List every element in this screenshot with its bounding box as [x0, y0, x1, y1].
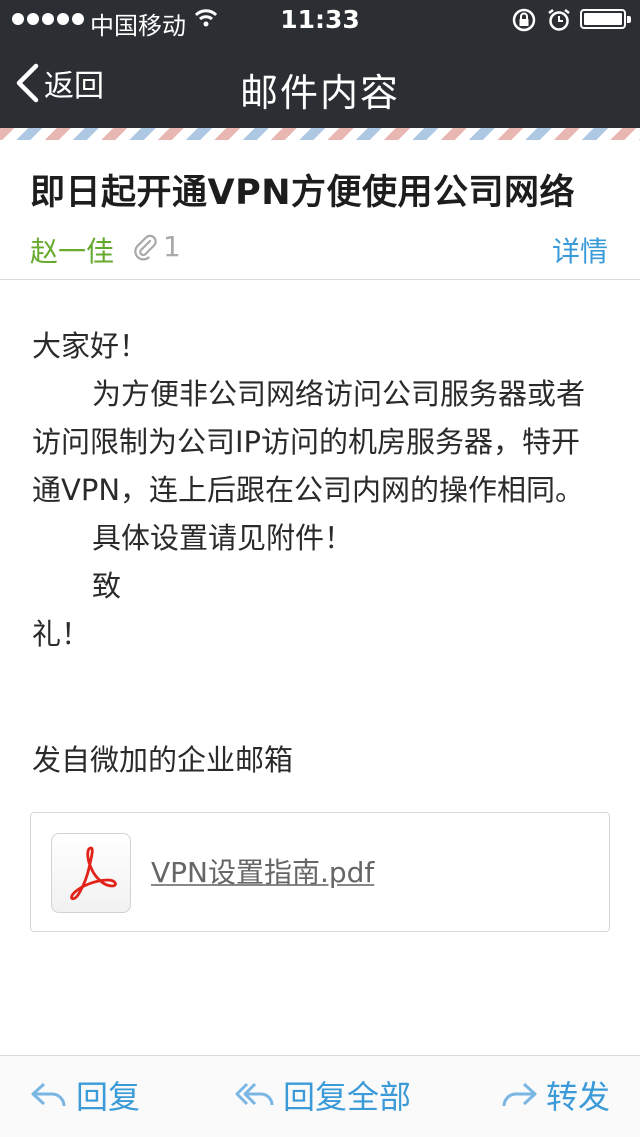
reply-all-arrow-icon: [235, 1082, 274, 1106]
forward-button[interactable]: 转发: [500, 1072, 610, 1118]
forward-label: 转发: [546, 1078, 611, 1116]
forward-arrow-icon: [502, 1082, 537, 1107]
rotation-lock-icon: [511, 8, 537, 36]
reply-label: 回复: [76, 1078, 141, 1116]
airmail-stripe: [0, 128, 640, 140]
mail-subject: 即日起开通VPN方便使用公司网络: [30, 173, 576, 213]
reply-all-button[interactable]: 回复全部: [235, 1072, 411, 1118]
mail-signature: 发自微加的企业邮箱: [32, 743, 294, 777]
reply-button[interactable]: 回复: [30, 1072, 140, 1118]
mail-body: 大家好！ 为方便非公司网络访问公司服务器或者 访问限制为公司IP访问的机房服务器…: [32, 322, 612, 658]
pdf-icon: [51, 833, 131, 913]
body-line: 通VPN，连上后跟在公司内网的操作相同。: [32, 473, 585, 507]
status-time: 11:33: [280, 5, 360, 34]
status-bar: 中国移动 11:33: [0, 0, 640, 40]
body-line: 访问限制为公司IP访问的机房服务器，特开: [32, 425, 581, 459]
body-closing: 致: [92, 569, 122, 603]
body-greeting: 大家好！: [32, 329, 149, 363]
attachment-indicator: 1: [131, 230, 181, 263]
body-line: 为方便非公司网络访问公司服务器或者: [92, 377, 586, 411]
sender-name[interactable]: 赵一佳: [30, 230, 114, 270]
attachment-file-name[interactable]: VPN设置指南.pdf: [151, 851, 374, 891]
bottom-toolbar: 回复 回复全部 转发: [0, 1055, 640, 1137]
body-line: 具体设置请见附件！: [92, 521, 354, 555]
body-closing: 礼！: [32, 617, 91, 651]
paperclip-icon: [134, 234, 157, 260]
reply-all-label: 回复全部: [283, 1078, 412, 1116]
battery-icon: [580, 9, 631, 29]
reply-arrow-icon: [31, 1082, 66, 1107]
alarm-icon: [546, 8, 572, 36]
navigation-bar: 返回 邮件内容: [0, 40, 640, 128]
header-divider: [0, 279, 640, 280]
top-bar: 中国移动 11:33 返回 邮件内容: [0, 0, 640, 128]
attachment-count: 1: [163, 230, 181, 263]
details-link[interactable]: 详情: [552, 230, 608, 270]
page-title: 邮件内容: [239, 71, 400, 115]
attachment-card[interactable]: VPN设置指南.pdf: [30, 812, 610, 932]
